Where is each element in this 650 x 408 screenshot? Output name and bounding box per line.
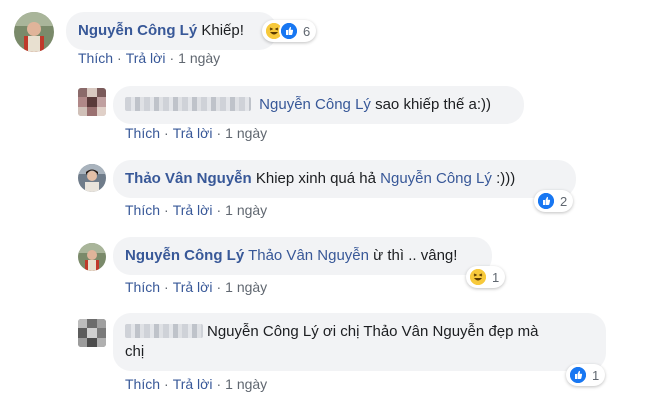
like-link[interactable]: Thích xyxy=(125,279,160,295)
comment-text-line1: Nguyễn Công Lý ơi chị Thảo Vân Nguyễn đẹ… xyxy=(207,323,539,340)
blurred-author-name xyxy=(125,97,251,111)
comment-text-line2: chị xyxy=(125,343,145,360)
blurred-avatar-icon xyxy=(78,319,106,347)
comment-bubble: Nguyễn Công Lý sao khiếp thế a:)) xyxy=(113,86,524,124)
avatar-photo-icon xyxy=(78,164,106,192)
reaction-count: 1 xyxy=(592,367,600,383)
reply-link[interactable]: Trả lời xyxy=(173,376,213,392)
timestamp[interactable]: 1 ngày xyxy=(178,50,220,66)
like-icon xyxy=(279,21,299,41)
like-icon xyxy=(568,365,588,385)
avatar-photo-icon xyxy=(14,12,54,52)
comment-bubble: Nguyễn Công Lý Khiếp! xyxy=(66,12,277,50)
like-link[interactable]: Thích xyxy=(78,50,113,66)
comment-author[interactable]: Thảo Vân Nguyễn xyxy=(125,170,252,187)
timestamp[interactable]: 1 ngày xyxy=(225,376,267,392)
comment-author[interactable]: Nguyễn Công Lý xyxy=(78,22,197,39)
reaction-count: 2 xyxy=(560,193,568,209)
reaction-count: 6 xyxy=(303,23,311,39)
haha-icon xyxy=(468,267,488,287)
timestamp[interactable]: 1 ngày xyxy=(225,202,267,218)
avatar[interactable] xyxy=(78,88,106,116)
comment-actions: Thích · Trả lời · 1 ngày xyxy=(78,50,221,66)
reply-link[interactable]: Trả lời xyxy=(173,279,213,295)
like-icon xyxy=(536,191,556,211)
tagged-user[interactable]: Nguyễn Công Lý xyxy=(259,96,371,113)
comment-actions: Thích · Trả lời · 1 ngày xyxy=(125,202,268,218)
reaction-summary[interactable]: 1 xyxy=(566,364,606,386)
timestamp[interactable]: 1 ngày xyxy=(225,125,267,141)
avatar[interactable] xyxy=(78,319,106,347)
blurred-avatar-icon xyxy=(78,88,106,116)
timestamp[interactable]: 1 ngày xyxy=(225,279,267,295)
comment-text: ừ thì .. vâng! xyxy=(373,247,458,264)
avatar[interactable] xyxy=(14,12,54,52)
like-link[interactable]: Thích xyxy=(125,125,160,141)
like-link[interactable]: Thích xyxy=(125,376,160,392)
comment-actions: Thích · Trả lời · 1 ngày xyxy=(125,376,268,392)
reply-link[interactable]: Trả lời xyxy=(173,202,213,218)
reaction-summary[interactable]: 2 xyxy=(534,190,574,212)
comment-bubble: Thảo Vân Nguyễn Khiep xinh quá hả Nguyễn… xyxy=(113,160,576,198)
tagged-user[interactable]: Thảo Vân Nguyễn xyxy=(248,247,369,264)
comment-text: Khiếp! xyxy=(201,22,244,39)
reaction-summary[interactable]: 1 xyxy=(466,266,506,288)
comment-text: sao khiếp thế a:)) xyxy=(375,96,491,113)
reply-link[interactable]: Trả lời xyxy=(126,50,166,66)
tagged-user[interactable]: Nguyễn Công Lý xyxy=(380,170,492,187)
reaction-summary[interactable]: 6 xyxy=(262,20,317,42)
comment-actions: Thích · Trả lời · 1 ngày xyxy=(125,125,268,141)
comment-bubble: Nguyễn Công Lý ơi chị Thảo Vân Nguyễn đẹ… xyxy=(113,313,606,371)
comment-text: Khiep xinh quá hả xyxy=(255,170,376,187)
blurred-author-name xyxy=(125,324,203,338)
like-link[interactable]: Thích xyxy=(125,202,160,218)
reply-link[interactable]: Trả lời xyxy=(173,125,213,141)
avatar[interactable] xyxy=(78,243,106,271)
comment-actions: Thích · Trả lời · 1 ngày xyxy=(125,279,268,295)
comment-bubble: Nguyễn Công Lý Thảo Vân Nguyễn ừ thì .. … xyxy=(113,237,492,275)
reaction-count: 1 xyxy=(492,269,500,285)
avatar[interactable] xyxy=(78,164,106,192)
comment-suffix: :))) xyxy=(496,170,516,187)
avatar-photo-icon xyxy=(78,243,106,271)
comment-author[interactable]: Nguyễn Công Lý xyxy=(125,247,244,264)
